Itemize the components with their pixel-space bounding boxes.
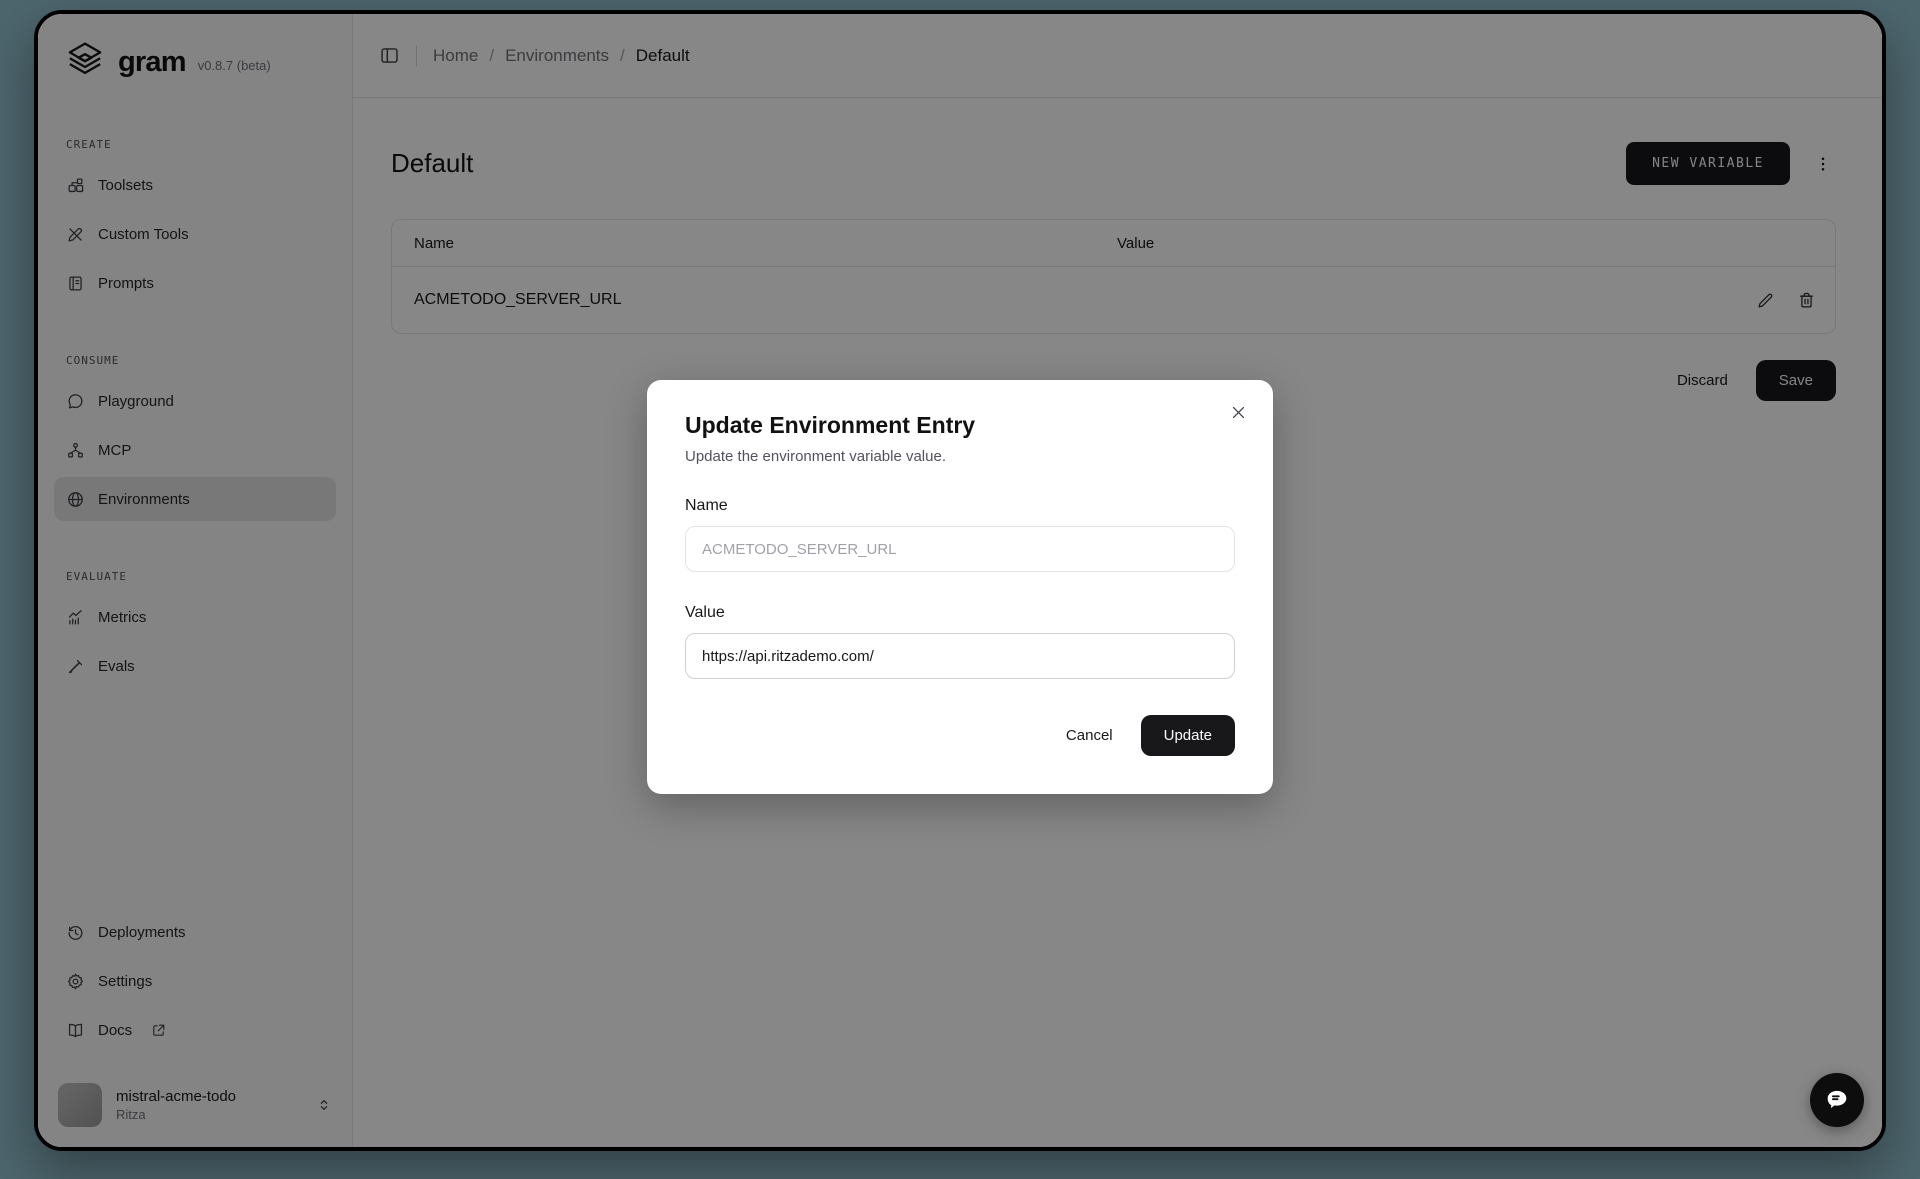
app-window: gram v0.8.7 (beta) CREATE Toolsets: [34, 10, 1886, 1151]
value-field-label: Value: [685, 604, 1235, 622]
update-environment-entry-dialog: Update Environment Entry Update the envi…: [647, 380, 1273, 794]
close-icon[interactable]: [1226, 400, 1251, 425]
dialog-subtitle: Update the environment variable value.: [685, 448, 1235, 465]
name-field-label: Name: [685, 497, 1235, 515]
name-field[interactable]: [685, 526, 1235, 572]
cancel-button[interactable]: Cancel: [1066, 727, 1113, 744]
dialog-title: Update Environment Entry: [685, 412, 1235, 439]
dialog-actions: Cancel Update: [685, 715, 1235, 756]
chat-bubble-icon: [1823, 1086, 1851, 1114]
chat-support-button[interactable]: [1810, 1073, 1864, 1127]
update-button[interactable]: Update: [1141, 715, 1235, 756]
value-field[interactable]: [685, 633, 1235, 679]
